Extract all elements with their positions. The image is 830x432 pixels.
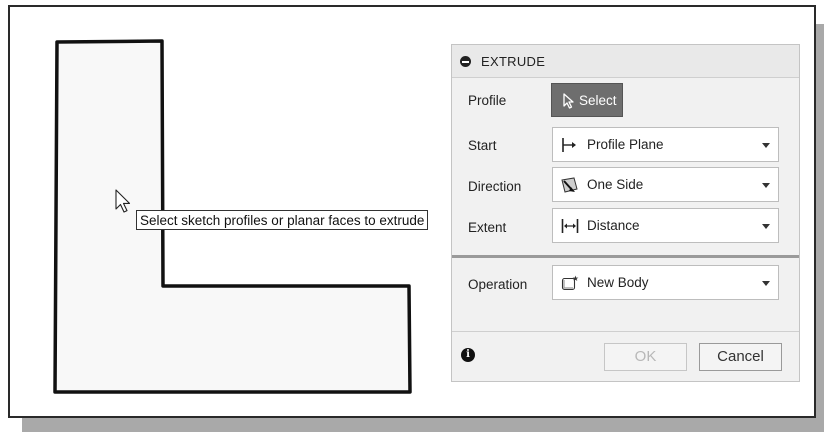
start-value: Profile Plane [587, 137, 664, 152]
extent-dropdown[interactable]: Distance [552, 208, 779, 243]
distance-icon [561, 219, 579, 233]
operation-dropdown[interactable]: New Body [552, 265, 779, 300]
ok-button[interactable]: OK [604, 343, 687, 371]
divider [452, 255, 799, 258]
cursor-icon [563, 93, 574, 109]
direction-dropdown[interactable]: One Side [552, 167, 779, 202]
direction-label: Direction [468, 179, 522, 194]
cancel-button[interactable]: Cancel [699, 343, 782, 371]
collapse-icon[interactable] [460, 56, 471, 67]
new-body-icon [561, 275, 579, 291]
profile-plane-icon [562, 138, 576, 152]
footer-divider [452, 331, 799, 332]
one-side-icon [561, 177, 578, 193]
chevron-down-icon [762, 224, 770, 229]
extent-value: Distance [587, 218, 640, 233]
operation-value: New Body [587, 275, 649, 290]
extent-label: Extent [468, 220, 507, 235]
profile-select-label: Select [579, 93, 617, 108]
operation-label: Operation [468, 277, 528, 292]
chevron-down-icon [762, 143, 770, 148]
start-dropdown[interactable]: Profile Plane [552, 127, 779, 162]
panel-title: EXTRUDE [481, 54, 546, 69]
direction-value: One Side [587, 177, 644, 192]
chevron-down-icon [762, 183, 770, 188]
extrude-panel: EXTRUDE Profile Select Start Profile Pla… [451, 44, 800, 382]
profile-label: Profile [468, 93, 507, 108]
panel-header: EXTRUDE [452, 45, 799, 78]
info-icon[interactable]: i [461, 348, 475, 362]
profile-select-button[interactable]: Select [551, 83, 623, 117]
chevron-down-icon [762, 281, 770, 286]
tooltip: Select sketch profiles or planar faces t… [136, 210, 429, 230]
start-label: Start [468, 138, 497, 153]
